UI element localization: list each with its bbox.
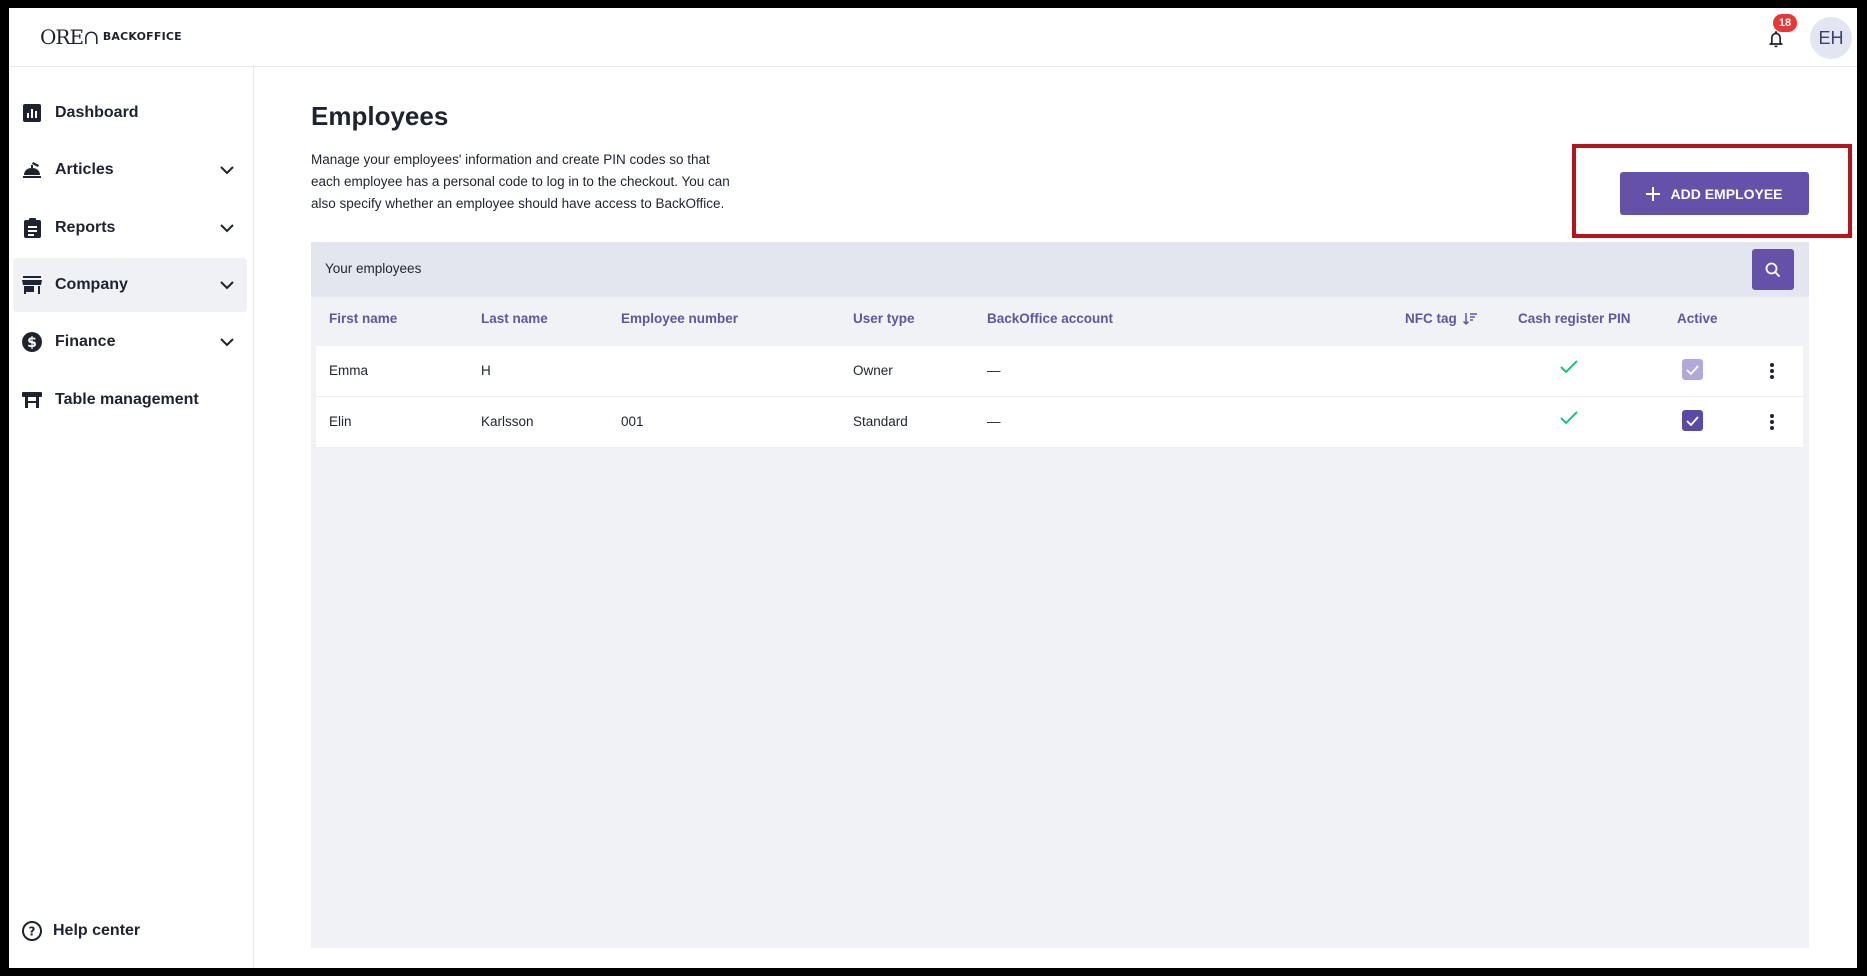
sidebar-item-dashboard[interactable]: Dashboard	[13, 86, 247, 140]
column-header-employee-number[interactable]: Employee number	[621, 311, 738, 326]
column-header-first-name[interactable]: First name	[329, 311, 397, 326]
page-title: Employees	[311, 101, 449, 131]
svg-text:?: ?	[29, 925, 36, 939]
sidebar-item-label: Company	[55, 276, 128, 293]
sidebar-item-label: Table management	[55, 391, 199, 408]
cell-first-name: Elin	[329, 414, 352, 429]
sidebar-item-company[interactable]: Company	[13, 258, 247, 312]
help-icon: ?	[21, 920, 43, 942]
sidebar: Dashboard Articles Reports Company $ Fin…	[9, 67, 254, 968]
column-header-user-type[interactable]: User type	[853, 311, 915, 326]
sidebar-item-label: Finance	[55, 333, 116, 350]
help-center-link[interactable]: ? Help center	[21, 920, 140, 942]
avatar[interactable]: EH	[1810, 17, 1852, 59]
cell-first-name: Emma	[329, 363, 369, 378]
column-header-last-name[interactable]: Last name	[481, 311, 548, 326]
sidebar-item-label: Dashboard	[55, 104, 139, 121]
cell-employee-number: 001	[621, 414, 644, 429]
more-vertical-icon	[1770, 363, 1774, 379]
chevron-down-icon	[217, 332, 237, 352]
column-header-cash-register-pin[interactable]: Cash register PIN	[1518, 311, 1631, 326]
page-description: Manage your employees' information and c…	[311, 152, 730, 211]
sidebar-item-reports[interactable]: Reports	[13, 201, 247, 255]
checkmark-icon	[1686, 364, 1699, 375]
cell-last-name: Karlsson	[481, 414, 534, 429]
check-icon	[1560, 360, 1578, 374]
cell-last-name: H	[481, 363, 491, 378]
check-icon	[1560, 411, 1578, 425]
column-header-nfc-tag[interactable]: NFC tag	[1405, 311, 1477, 326]
column-header-label: NFC tag	[1405, 311, 1457, 326]
logo-text: BACKOFFICE	[102, 30, 182, 43]
help-center-label: Help center	[53, 922, 141, 939]
search-icon	[1765, 262, 1781, 277]
row-menu-button[interactable]	[1760, 358, 1784, 384]
active-checkbox[interactable]	[1682, 359, 1703, 380]
cell-backoffice-account: —	[987, 363, 1001, 378]
bar-chart-icon	[21, 102, 43, 124]
table-row[interactable]: Emma H Owner —	[316, 346, 1803, 397]
clipboard-icon	[21, 217, 43, 239]
chevron-down-icon	[217, 275, 237, 295]
chevron-down-icon	[217, 160, 237, 180]
sidebar-item-table-management[interactable]: Table management	[13, 373, 247, 427]
logo-mark: ORE∩	[40, 25, 100, 49]
articles-icon	[21, 159, 43, 181]
notification-badge: 18	[1773, 14, 1797, 32]
search-button[interactable]	[1752, 249, 1794, 290]
plus-icon	[1646, 186, 1661, 201]
chevron-down-icon	[217, 218, 237, 238]
top-bar: ORE∩ BACKOFFICE 18 EH	[9, 8, 1857, 67]
add-employee-label: ADD EMPLOYEE	[1670, 185, 1783, 202]
card-header: Your employees	[311, 242, 1809, 297]
app-window: ORE∩ BACKOFFICE 18 EH Dashboard Articles	[9, 8, 1857, 968]
logo[interactable]: ORE∩ BACKOFFICE	[40, 27, 182, 47]
add-employee-button[interactable]: ADD EMPLOYEE	[1620, 172, 1809, 215]
sort-icon	[1462, 312, 1477, 325]
table-row[interactable]: Elin Karlsson 001 Standard —	[316, 397, 1803, 448]
sidebar-item-articles[interactable]: Articles	[13, 143, 247, 197]
checkmark-icon	[1686, 415, 1699, 426]
cell-user-type: Owner	[853, 363, 893, 378]
sidebar-item-label: Reports	[55, 219, 116, 236]
more-vertical-icon	[1770, 414, 1774, 430]
store-icon	[21, 274, 43, 296]
svg-text:$: $	[27, 335, 37, 351]
active-checkbox[interactable]	[1682, 410, 1703, 431]
row-menu-button[interactable]	[1760, 409, 1784, 435]
table-icon	[21, 389, 43, 411]
card-title: Your employees	[325, 261, 422, 276]
cell-user-type: Standard	[853, 414, 908, 429]
sidebar-item-finance[interactable]: $ Finance	[13, 315, 247, 369]
sidebar-item-label: Articles	[55, 161, 114, 178]
column-header-active[interactable]: Active	[1677, 311, 1718, 326]
dollar-icon: $	[21, 331, 43, 353]
cell-backoffice-account: —	[987, 414, 1001, 429]
employees-card: Your employees First name Last name Empl…	[311, 242, 1809, 948]
column-header-backoffice-account[interactable]: BackOffice account	[987, 311, 1113, 326]
